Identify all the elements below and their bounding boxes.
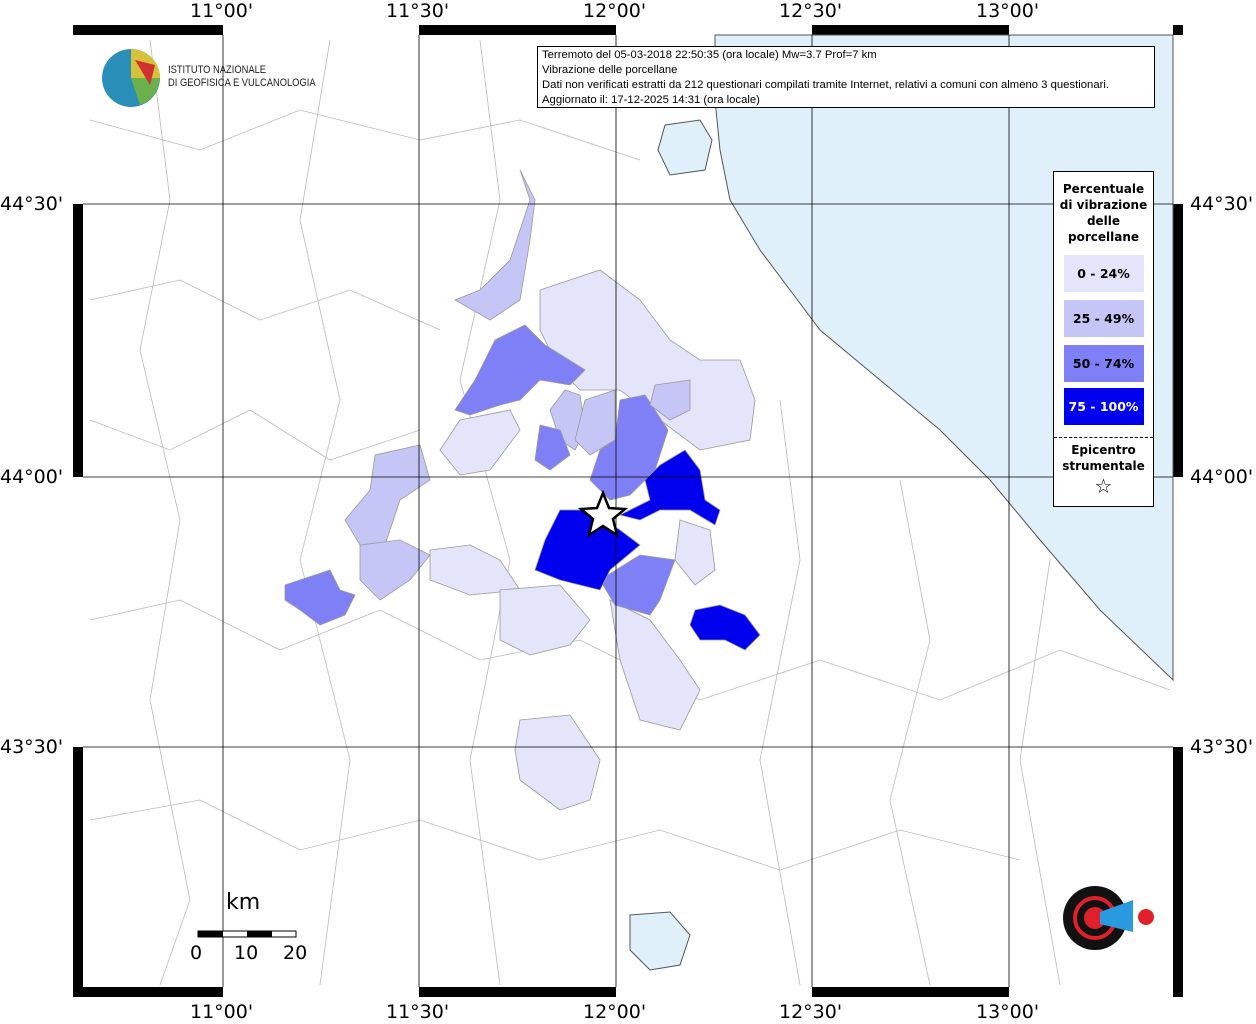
- scale-bar: [197, 930, 297, 938]
- event-info-box: Terremoto del 05-03-2018 22:50:35 (ora l…: [537, 46, 1155, 108]
- lat-label-right: 43°30': [1190, 736, 1254, 758]
- legend-title-line: Percentuale: [1062, 182, 1145, 196]
- legend-class-50-74: 50 - 74%: [1063, 345, 1144, 382]
- legend-epicenter-line: strumentale: [1062, 459, 1145, 473]
- lon-label-top: 11°00': [190, 0, 254, 22]
- institute-line: DI GEOFISICA E VULCANOLOGIA: [168, 77, 316, 89]
- legend-class-25-49: 25 - 49%: [1063, 300, 1144, 337]
- scale-tick: 0: [190, 942, 203, 964]
- lat-label-right: 44°00': [1190, 466, 1254, 488]
- ingv-logo: [102, 49, 160, 107]
- legend-title-line: porcellane: [1067, 230, 1139, 244]
- legend-divider: [1054, 437, 1153, 438]
- legend-title-line: di vibrazione: [1059, 198, 1148, 212]
- legend-title: Percentuale di vibrazione delle porcella…: [1054, 181, 1153, 245]
- scale-tick: 10: [234, 942, 259, 964]
- legend-epicenter: Epicentro strumentale ☆: [1054, 442, 1153, 498]
- data-note-line: Dati non verificati estratti da 212 ques…: [542, 79, 1110, 91]
- institute-name: ISTITUTO NAZIONALE DI GEOFISICA E VULCAN…: [168, 64, 316, 90]
- legend: Percentuale di vibrazione delle porcella…: [1053, 171, 1154, 507]
- legend-class-0-24: 0 - 24%: [1063, 255, 1144, 292]
- lon-label-top: 11°30': [386, 0, 450, 22]
- event-line: Terremoto del 05-03-2018 22:50:35 (ora l…: [542, 49, 877, 61]
- lat-label-left: 44°00': [0, 466, 64, 488]
- lon-label-bottom: 13°00': [976, 1001, 1040, 1023]
- lon-label-bottom: 12°00': [583, 1001, 647, 1023]
- lon-label-top: 12°30': [779, 0, 843, 22]
- lagoon: [657, 119, 713, 176]
- lat-label-right: 44°30': [1190, 193, 1254, 215]
- institute-line: ISTITUTO NAZIONALE: [168, 64, 267, 76]
- legend-class-75-100: 75 - 100%: [1063, 388, 1144, 425]
- effect-line: Vibrazione delle porcellane: [542, 64, 678, 76]
- lon-label-top: 12°00': [583, 0, 647, 22]
- scale-unit: km: [226, 890, 261, 915]
- lon-label-bottom: 11°30': [386, 1001, 450, 1023]
- legend-epicenter-line: Epicentro: [1071, 443, 1136, 457]
- lat-label-left: 43°30': [0, 736, 64, 758]
- scale-tick: 20: [283, 942, 308, 964]
- map-canvas: [73, 25, 1183, 997]
- updated-line: Aggiornato il: 17-12-2025 14:31 (ora loc…: [542, 94, 760, 106]
- lon-label-top: 13°00': [976, 0, 1040, 22]
- legend-title-line: delle: [1086, 214, 1121, 228]
- star-icon: ☆: [1094, 474, 1113, 498]
- lon-label-bottom: 12°30': [779, 1001, 843, 1023]
- lon-label-bottom: 11°00': [190, 1001, 254, 1023]
- lat-label-left: 44°30': [0, 193, 64, 215]
